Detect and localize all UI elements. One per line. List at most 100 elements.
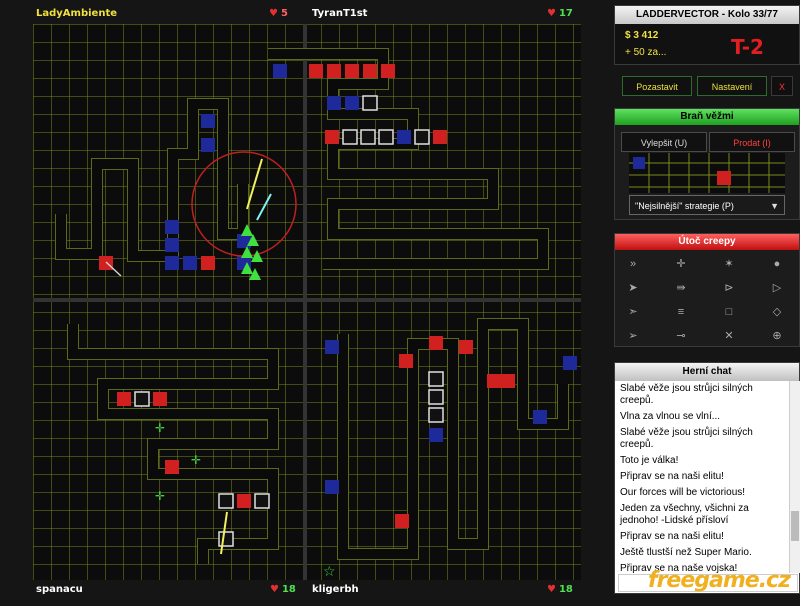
close-button[interactable]: X [771,76,793,96]
creep-grid: » ✛ ✶ ● ➤ ⇛ ⊳ ▷ ➣ ≡ □ ◇ ➢ ⊸ ✕ ⊕ [623,256,793,344]
chat-scrollbar[interactable] [789,381,800,573]
tower-target[interactable] [428,371,444,387]
attack-panel: Útoč creepy » ✛ ✶ ● ➤ ⇛ ⊳ ▷ ➣ ≡ □ ◇ ➢ ⊸ … [614,233,800,347]
creep-square-icon[interactable]: □ [719,304,739,320]
chat-title: Herní chat [615,363,799,381]
tower-blue[interactable] [325,480,339,494]
site-logo: freegame.cz [648,568,791,593]
player-name: kligerbh [312,584,359,595]
creep-cross-icon[interactable]: ✛ [671,256,691,272]
chat-message: Připrav se na naši elitu! [620,531,724,542]
creep-double-arrow-icon[interactable]: » [623,256,643,272]
tower-red[interactable] [327,64,341,78]
tower-red[interactable] [309,64,323,78]
tower-target[interactable] [134,391,150,407]
tower-blue[interactable] [345,96,359,110]
defend-panel: Braň věžmi Vylepšit (U) Prodat (I) "Nejs… [614,108,800,220]
tower-red[interactable] [501,374,515,388]
tower-red[interactable] [165,460,179,474]
plus-tower-icon: ✛ [191,453,201,467]
lives-value: 5 [280,8,288,19]
tower-red[interactable] [459,340,473,354]
tower-blue[interactable] [563,356,577,370]
tower-blue[interactable] [533,410,547,424]
game-board[interactable]: ✛ ✛ ✛ ☆ [33,24,581,580]
chat-message: Vlna za vlnou se vlní... [620,411,721,422]
tower-target[interactable] [360,129,376,145]
tower-target[interactable] [362,95,378,111]
tower-blue[interactable] [183,256,197,270]
scroll-thumb[interactable] [791,511,799,541]
creep-dot-icon[interactable]: ● [767,256,787,272]
creep-wedge-icon[interactable]: ⊳ [719,280,739,296]
tower-blue[interactable] [165,256,179,270]
tower-red[interactable] [201,256,215,270]
star-icon: ☆ [323,564,336,580]
tower-blue[interactable] [165,238,179,252]
tower-blue[interactable] [201,138,215,152]
heart-icon: ♥ [270,584,279,595]
creep-triangle-icon[interactable]: ▷ [767,280,787,296]
tower-blue[interactable] [397,130,411,144]
tower-red[interactable] [237,494,251,508]
tower-target[interactable] [428,407,444,423]
creep-x-icon[interactable]: ✕ [719,328,739,344]
tower-target[interactable] [218,493,234,509]
tower-target[interactable] [254,493,270,509]
tower-red[interactable] [381,64,395,78]
strategy-select[interactable]: "Nejsilnější" strategie (P) ▼ [629,195,785,215]
plus-tower-icon: ✛ [155,421,165,435]
player-name: spanacu [36,584,83,595]
tower-red[interactable] [399,354,413,368]
tower-target[interactable] [428,389,444,405]
creep-dart-icon[interactable]: ➢ [623,328,643,344]
tower-red[interactable] [433,130,447,144]
player-name: TyranT1st [312,8,368,19]
heart-icon: ♥ [547,8,556,19]
creep-arrow-icon[interactable]: ➤ [623,280,643,296]
sell-button[interactable]: Prodat (I) [709,132,795,152]
tower-red[interactable] [153,392,167,406]
tower-target[interactable] [342,129,358,145]
game-title: LADDERVECTOR - Kolo 33/77 [615,6,799,24]
tower-blue[interactable] [325,340,339,354]
tower-blue[interactable] [201,114,215,128]
chat-message: Slabé věže jsou strůjci silných creepů. [620,427,753,450]
income-value: + 50 za... [625,47,667,58]
tower-red[interactable] [117,392,131,406]
chat-messages: Slabé věže jsou strůjci silných creepů. V… [618,381,788,573]
tower-red[interactable] [487,374,501,388]
pause-button[interactable]: Pozastavit [622,76,692,96]
lives-value: 18 [558,584,573,595]
chevron-down-icon: ▼ [770,201,779,211]
creep-pointer-icon[interactable]: ➣ [623,304,643,320]
tower-target[interactable] [378,129,394,145]
creep-ring-icon[interactable]: ⊸ [671,328,691,344]
creep-diamond-icon[interactable]: ◇ [767,304,787,320]
tower-red[interactable] [395,514,409,528]
tower-blue[interactable] [327,96,341,110]
tower-red[interactable] [363,64,377,78]
settings-button[interactable]: Nastavení [697,76,767,96]
tower-blue[interactable] [429,428,443,442]
chat-message: Připrav se na naši elitu! [620,471,724,482]
creep-fast-arrow-icon[interactable]: ⇛ [671,280,691,296]
chat-message: Slabé věže jsou strůjci silných creepů. [620,383,753,406]
upgrade-button[interactable]: Vylepšit (U) [621,132,707,152]
tower-target[interactable] [218,531,234,547]
tower-blue[interactable] [273,64,287,78]
player-name: LadyAmbiente [36,8,118,19]
tower-red[interactable] [325,130,339,144]
tower-blue[interactable] [165,220,179,234]
tower-red[interactable] [429,336,443,350]
heart-icon: ♥ [269,8,278,19]
creep-star-icon[interactable]: ✶ [719,256,739,272]
creep-lines-icon[interactable]: ≡ [671,304,691,320]
chat-message: Toto je válka! [620,455,679,466]
creep-target-icon[interactable]: ⊕ [767,328,787,344]
tower-red[interactable] [345,64,359,78]
attack-title: Útoč creepy [615,234,799,250]
tower-target[interactable] [414,129,430,145]
chat-message: Our forces will be victorious! [620,487,746,498]
defend-title: Braň věžmi [615,109,799,125]
